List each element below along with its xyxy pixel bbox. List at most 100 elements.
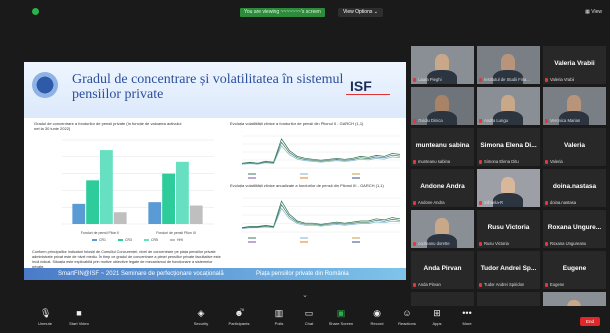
bar-legend-label: CR1 — [99, 238, 106, 242]
participant-tile[interactable]: Institutul de Studii Fina... — [477, 46, 540, 84]
participant-display-name: Eugene — [562, 265, 587, 272]
participant-tile[interactable]: doina.nastasa doina.nastasa — [543, 169, 606, 207]
participant-name-text: Anda Pirvan — [418, 282, 441, 287]
record-button[interactable]: ◉ Record — [360, 308, 394, 327]
participant-display-name: Andone Andra — [420, 183, 465, 190]
muted-mic-icon — [413, 282, 416, 287]
participant-tile[interactable]: Anda Pirvan Anda Pirvan — [411, 251, 474, 289]
bar-legend-swatch — [144, 239, 149, 241]
participant-name-label: munteanu sabina — [413, 159, 450, 164]
bar-legend-swatch — [170, 239, 175, 241]
end-meeting-button[interactable]: End — [580, 317, 600, 326]
bar-legend-label: HHI — [177, 238, 183, 242]
participant-tile[interactable]: Rusu Victoria Rusu Victoria — [477, 210, 540, 248]
apps-button[interactable]: ⊞ Apps — [420, 309, 454, 327]
asf-logo-icon — [32, 72, 58, 98]
footer-right-text: Piața pensiilor private din România — [256, 271, 349, 277]
muted-mic-icon — [479, 282, 482, 287]
participant-tile[interactable]: codreanu dorette — [411, 210, 474, 248]
participant-tile[interactable]: Valeria Valeria — [543, 128, 606, 166]
participant-name-label: Roxana Ungureanu — [545, 241, 586, 246]
muted-mic-icon — [413, 77, 416, 82]
participant-name-text: Simona Elena Ditu — [484, 159, 519, 164]
bar-mark — [113, 212, 127, 224]
participant-display-name: Valeria — [564, 142, 585, 149]
participant-name-text: codreanu dorette — [418, 241, 450, 246]
slide-footer: SmartFIN@ISF ~ 2021 Seminare de perfecți… — [24, 268, 406, 280]
participant-tile[interactable]: munteanu sabina munteanu sabina — [411, 128, 474, 166]
participant-tile[interactable]: Laura Pieghi — [411, 46, 474, 84]
pillar3-line-svg — [241, 197, 401, 243]
pillar2-volatility-chart — [228, 128, 404, 182]
chat-button[interactable]: ▭ Chat — [292, 309, 326, 327]
muted-mic-icon — [479, 77, 482, 82]
slide-paragraph: Conform principalilor indicatori folosiț… — [32, 250, 221, 269]
polls-button[interactable]: ▥ Polls — [262, 308, 296, 327]
slide-title: Gradul de concentrare și volatilitatea î… — [72, 72, 344, 102]
record-icon: ◉ — [373, 308, 381, 318]
participant-display-name: doina.nastasa — [552, 183, 597, 190]
muted-mic-icon — [413, 159, 416, 164]
participant-name-label: Laura Pieghi — [413, 77, 442, 82]
participant-tile[interactable]: mihaela-R — [477, 169, 540, 207]
bar-legend-swatch — [118, 239, 123, 241]
participant-name-text: Roxana Ungureanu — [550, 241, 587, 246]
participant-video-person — [435, 95, 449, 111]
more-icon: ••• — [462, 308, 472, 318]
meeting-top-bar: You are viewing ~~~~~~~'s screen View Op… — [0, 0, 610, 22]
participants-count: 76 — [239, 307, 245, 312]
participant-name-text: Rusu Victoria — [484, 241, 509, 246]
participant-tile[interactable]: Valeria Vrabii Valeria Vrabii — [543, 46, 606, 84]
start-video-button[interactable]: ■ Start Video — [62, 309, 96, 327]
chart1-caption: Gradul de concentrare a fondurilor de pe… — [34, 121, 182, 131]
participant-name-label: Valeria Vrabii — [545, 77, 574, 82]
participant-tile[interactable]: Veronica Marian — [543, 87, 606, 125]
more-button[interactable]: ••• More — [450, 308, 484, 327]
muted-mic-icon — [413, 200, 416, 205]
share-screen-button[interactable]: ▣ Share Screen — [324, 309, 358, 327]
participant-name-text: Tudor Andrei Spiridon — [484, 282, 525, 287]
muted-mic-icon — [545, 159, 548, 164]
pillar2-line-svg — [241, 135, 401, 179]
security-button[interactable]: ◈ Security — [184, 308, 218, 327]
chevron-down-icon[interactable]: ⌄ — [300, 291, 310, 299]
participant-display-name: Rusu Victoria — [487, 224, 530, 231]
chart2-caption: Evoluția volatilității zilnice a fonduri… — [230, 121, 364, 126]
reactions-button[interactable]: ☺ Reactions — [390, 308, 424, 327]
participant-tile[interactable]: Andone Andra Andone Andra — [411, 169, 474, 207]
muted-mic-icon — [545, 282, 548, 287]
unmute-button[interactable]: 🎙 Unmute — [28, 309, 62, 327]
viewing-screen-banner: You are viewing ~~~~~~~'s screen — [240, 8, 325, 17]
muted-mic-icon — [479, 118, 482, 123]
participant-name-text: Eugene — [550, 282, 565, 287]
participant-display-name: Tudor Andrei Sp... — [480, 265, 537, 272]
isf-logo-underline — [346, 94, 390, 95]
security-shield-icon[interactable] — [32, 8, 39, 15]
participant-tile[interactable]: Ovidiu Dinica — [411, 87, 474, 125]
shield-icon: ◈ — [197, 308, 205, 318]
muted-mic-icon — [545, 118, 548, 123]
shared-screen: Gradul de concentrare și volatilitatea î… — [24, 62, 406, 280]
participant-tile[interactable]: Simona Elena Di... Simona Elena Ditu — [477, 128, 540, 166]
polls-icon: ▥ — [274, 308, 284, 318]
bar-mark — [176, 161, 189, 224]
volatility-series-line — [241, 138, 401, 164]
participant-name-text: Valeria — [550, 159, 563, 164]
participant-display-name: Valeria Vrabii — [554, 60, 595, 67]
concentration-bar-chart: Fonduri de pensii Pilon II Fonduri de pen… — [32, 134, 222, 244]
participant-tile[interactable]: Andra Lungu — [477, 87, 540, 125]
participant-display-name: Anda Pirvan — [423, 265, 462, 272]
participant-name-label: Veronica Marian — [545, 118, 580, 123]
participant-name-text: mihaela-R — [484, 200, 504, 205]
participant-tile[interactable]: Tudor Andrei Sp... Tudor Andrei Spiridon — [477, 251, 540, 289]
participant-video-person — [567, 95, 581, 111]
view-options-button[interactable]: View Options ⌄ — [338, 8, 383, 17]
participant-name-label: Andone Andra — [413, 200, 445, 205]
participant-tile[interactable]: Roxana Ungure... Roxana Ungureanu — [543, 210, 606, 248]
meeting-toolbar: 🎙 Unmute ■ Start Video ◈ Security ☻ Particip… — [0, 306, 610, 333]
reactions-icon: ☺ — [402, 308, 412, 318]
participant-name-text: Andone Andra — [418, 200, 445, 205]
view-layout-button[interactable]: ▦ View — [585, 9, 602, 15]
participant-tile[interactable]: Eugene Eugene — [543, 251, 606, 289]
participant-name-label: Valeria — [545, 159, 563, 164]
